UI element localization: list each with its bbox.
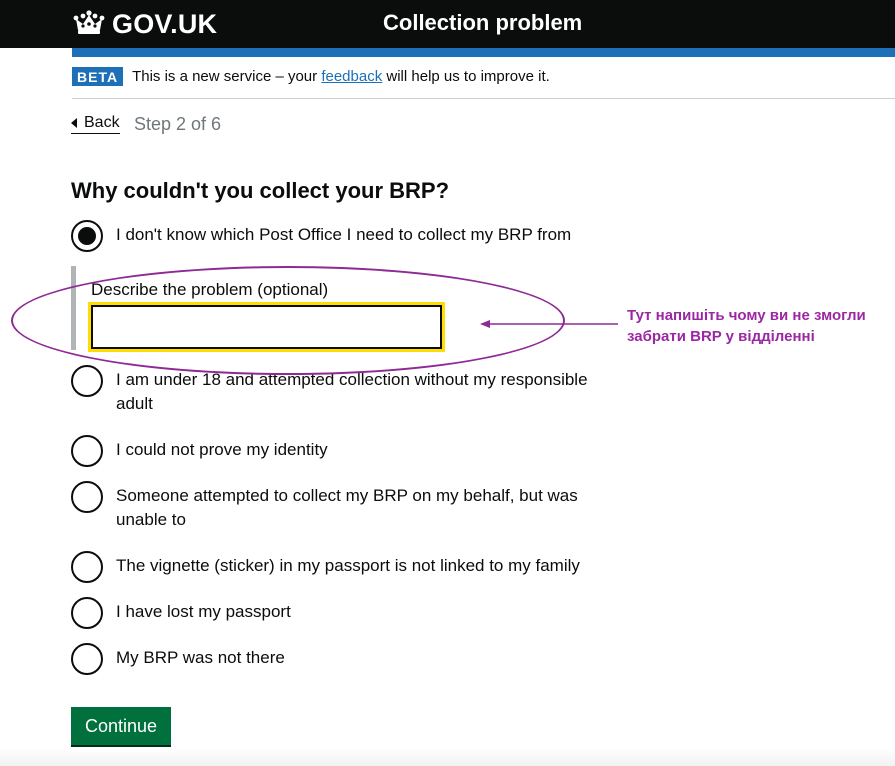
divider [72, 98, 895, 99]
radio-option-vignette[interactable]: The vignette (sticker) in my passport is… [71, 551, 601, 583]
logo-text: GOV.UK [112, 8, 218, 39]
back-link[interactable]: Back [71, 114, 120, 134]
radio-button[interactable] [71, 435, 103, 467]
radio-label: I could not prove my identity [116, 440, 328, 459]
crown-icon [72, 10, 106, 38]
radio-option-lost-passport[interactable]: I have lost my passport [71, 597, 601, 629]
radio-label: My BRP was not there [116, 648, 285, 667]
radio-button-selected[interactable] [71, 220, 103, 252]
site-header: GOV.UK Collection problem [0, 0, 895, 48]
radio-label: Someone attempted to collect my BRP on m… [116, 486, 578, 529]
continue-button[interactable]: Continue [71, 707, 171, 745]
phase-text: This is a new service – your feedback wi… [132, 68, 550, 85]
step-indicator: Step 2 of 6 [134, 114, 222, 134]
radio-option-behalf[interactable]: Someone attempted to collect my BRP on m… [71, 481, 601, 532]
radio-selected-dot [78, 227, 96, 245]
radio-label: I don't know which Post Office I need to… [116, 225, 572, 244]
radio-option-identity[interactable]: I could not prove my identity [71, 435, 601, 467]
back-arrow-icon [71, 118, 77, 128]
radio-button[interactable] [71, 597, 103, 629]
radio-label: I have lost my passport [116, 602, 291, 621]
phase-text-before: This is a new service – your [132, 68, 322, 85]
radio-option-brp-not-there[interactable]: My BRP was not there [71, 643, 601, 675]
govuk-logo[interactable]: GOV.UK [72, 8, 217, 40]
radio-option-post-office[interactable]: I don't know which Post Office I need to… [71, 220, 601, 252]
radio-label: The vignette (sticker) in my passport is… [116, 556, 580, 575]
radio-button[interactable] [71, 481, 103, 513]
radio-button[interactable] [71, 551, 103, 583]
header-blue-bar [72, 48, 895, 57]
phase-text-after: will help us to improve it. [382, 68, 550, 85]
back-label: Back [84, 114, 120, 131]
arrow-left-icon [480, 320, 618, 328]
page-bottom-shadow [0, 748, 895, 766]
page-title: Why couldn't you collect your BRP? [71, 178, 450, 203]
phase-banner: BETA This is a new service – your feedba… [72, 67, 550, 86]
beta-tag: BETA [72, 67, 124, 86]
radio-button[interactable] [71, 365, 103, 397]
radio-button[interactable] [71, 643, 103, 675]
feedback-link[interactable]: feedback [321, 68, 382, 85]
service-name[interactable]: Collection problem [383, 10, 582, 36]
annotation-text: Тут напишіть чому ви не змогли забрати B… [627, 307, 866, 345]
